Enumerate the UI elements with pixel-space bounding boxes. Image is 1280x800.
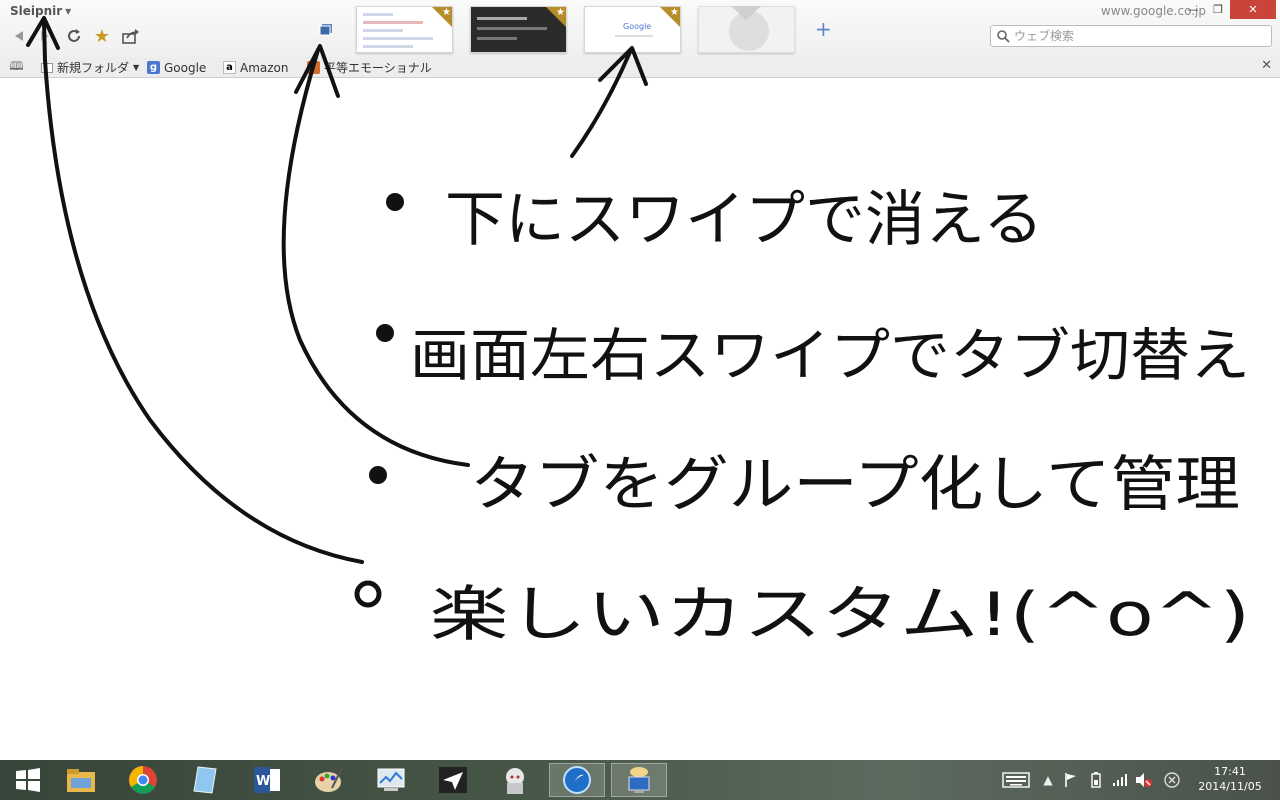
taskbar-task-manager[interactable] [363,763,419,797]
word-icon: W [254,767,280,793]
taskbar-paint[interactable] [301,763,357,797]
anime-character-icon [506,768,524,794]
sleipnir-icon [563,766,591,794]
bookmark-image-icon [307,61,320,74]
close-window-button[interactable]: ✕ [1230,0,1276,19]
screen: Sleipnir ▼ www.google.co.jp — ❐ ✕ ★ ★ ★ … [0,0,1280,800]
network-computer-icon [628,767,650,793]
file-explorer-icon [67,769,95,792]
tab-thumbnail-3[interactable]: Google ★ [584,6,681,53]
restore-button[interactable]: ❐ [1205,0,1231,19]
windows-taskbar: W ▲ 17:41 2014/11/05 [0,760,1280,800]
forward-icon [41,31,49,41]
action-center-button[interactable] [1062,760,1080,800]
caret-down-icon: ▼ [65,6,72,16]
google-icon: g [147,61,160,74]
star-icon: ★ [93,25,111,47]
bookmark-label: 平等エモーショナル [324,61,432,75]
share-button[interactable] [120,26,142,46]
taskbar-paper-plane[interactable] [425,763,481,797]
paper-plane-icon [439,767,467,793]
bookmark-label: 新規フォルダ [57,61,130,75]
muted-speaker-icon [1136,773,1152,787]
google-logo: Google [623,22,652,31]
bookmark-amazon[interactable]: a Amazon [223,59,289,76]
tab-thumbnail-1[interactable]: ★ [356,6,453,53]
share-icon [122,29,139,44]
back-icon [15,31,23,41]
taskbar-word[interactable]: W [239,763,295,797]
open-book-icon: 🕮 [9,59,24,73]
start-button[interactable] [0,763,56,797]
reload-icon [68,29,80,42]
close-bookmarks-bar-button[interactable]: ✕ [1261,58,1272,73]
minimize-button[interactable]: — [1180,0,1206,19]
bookmark-label: Amazon [240,60,289,75]
starred-corner-icon: ★ [660,7,680,27]
starred-corner-icon: ★ [432,7,452,27]
task-manager-icon [377,768,405,791]
notepad-icon [193,766,217,794]
bookmark-emotional[interactable]: 平等エモーショナル [307,59,432,76]
clock-time: 17:41 [1214,765,1246,778]
signal-bars-icon [1113,774,1127,786]
keyboard-icon [1002,772,1030,788]
taskbar-character-app[interactable] [487,763,543,797]
taskbar-network-computer[interactable] [611,763,667,797]
taskbar-chrome[interactable] [115,763,171,797]
flag-icon [1065,773,1076,787]
back-button[interactable] [8,26,30,46]
bookmark-star-button[interactable]: ★ [91,25,113,47]
taskbar-sleipnir[interactable] [549,763,605,797]
bookmarks-menu-button[interactable]: 🕮 [9,59,24,76]
amazon-icon: a [223,61,236,74]
taskbar-notepad[interactable] [177,763,233,797]
folder-icon [41,62,53,73]
touch-keyboard-button[interactable] [1000,760,1032,800]
bookmarks-bar: 🕮 新規フォルダ ▼ g Google a Amazon 平等エモーショナル ✕ [0,57,1280,78]
chrome-icon [129,766,157,794]
volume-control[interactable] [1134,760,1154,800]
clock-date: 2014/11/05 [1198,780,1262,793]
windows-start-icon [16,768,40,792]
starred-corner-icon: ★ [546,7,566,27]
page-content [0,78,1280,760]
app-menu[interactable]: Sleipnir ▼ [10,4,71,18]
paint-icon [315,767,343,792]
bookmark-google[interactable]: g Google [147,59,206,76]
bookmark-label: Google [164,60,207,75]
system-clock[interactable]: 17:41 2014/11/05 [1190,764,1270,794]
battery-indicator[interactable] [1086,760,1106,800]
current-tab-indicator [731,6,761,20]
battery-icon [1091,772,1101,788]
web-search-box[interactable] [990,25,1272,47]
tab-thumbnail-2[interactable]: ★ [470,6,567,53]
search-icon [997,29,1010,43]
tab-group-icon [319,24,332,36]
network-indicator[interactable] [1110,760,1130,800]
caret-down-icon: ▼ [133,63,140,72]
show-hidden-icons-button[interactable]: ▲ [1040,760,1056,800]
tab-group-button[interactable] [315,20,337,40]
forward-button[interactable] [34,26,56,46]
bookmark-folder-new[interactable]: 新規フォルダ ▼ [41,59,139,76]
notification-close-button[interactable] [1162,760,1182,800]
reload-button[interactable] [63,26,85,46]
chevron-up-icon: ▲ [1043,773,1053,787]
app-title: Sleipnir [10,4,63,18]
taskbar-file-explorer[interactable] [53,763,109,797]
close-circle-icon [1164,772,1180,788]
new-tab-button[interactable]: + [815,17,832,41]
svg-text:W: W [256,774,270,789]
search-input[interactable] [1014,29,1254,43]
